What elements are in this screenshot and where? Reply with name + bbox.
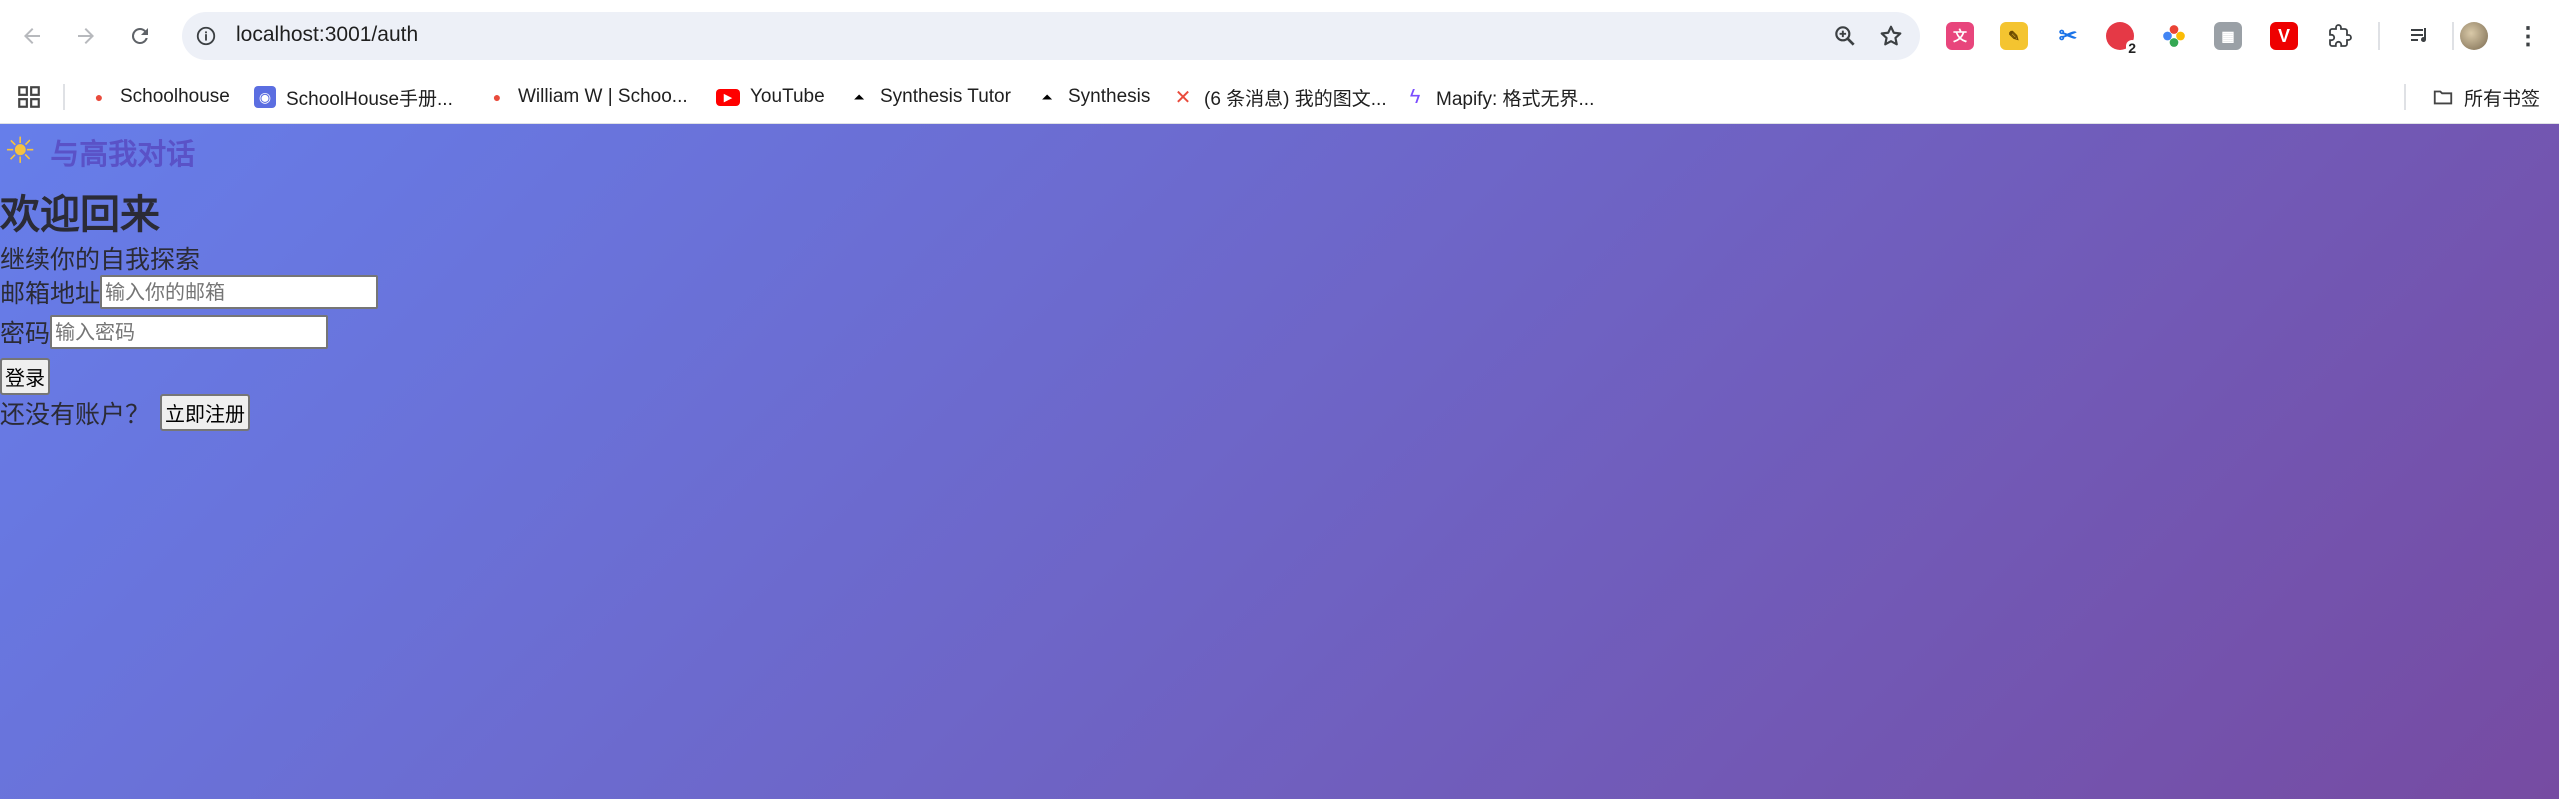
browser-chrome: localhost:3001/auth 文 ✎ ✂ 2 ▦ V ⋮ ● Scho… [0, 0, 2559, 124]
bookmark-item[interactable]: ✕ (6 条消息) 我的图文... [1172, 80, 1387, 114]
bookmark-item[interactable]: ● William W | Schoo... [486, 80, 688, 114]
schoolhouse-icon: ● [94, 89, 104, 105]
bookmark-star-icon[interactable] [1878, 23, 1904, 49]
all-bookmarks-folder[interactable]: 所有书签 [2432, 80, 2540, 114]
arrow-left-icon [24, 28, 40, 44]
bookmark-label: William W | Schoo... [518, 86, 688, 107]
back-button[interactable] [12, 16, 52, 56]
auth-page: ☀ 与高我对话 欢迎回来 继续你的自我探索 邮箱地址 密码 登录 还没有账户？ … [0, 124, 2559, 799]
toolbar-separator [2378, 22, 2380, 50]
csdn-icon: ✕ [1174, 86, 1192, 109]
bookmark-label: YouTube [750, 86, 825, 107]
yellow-extension-icon[interactable]: ✎ [2000, 22, 2028, 50]
page-subtitle: 继续你的自我探索 [0, 245, 201, 274]
media-control-icon[interactable] [2406, 22, 2434, 50]
colorful-extension-icon[interactable] [2160, 22, 2188, 50]
all-bookmarks-label: 所有书签 [2464, 88, 2541, 110]
bookmark-label: Synthesis Tutor [880, 86, 1011, 107]
synthesis-icon: ⏶ [1041, 88, 1053, 105]
register-row: 还没有账户？ 立即注册 [0, 394, 251, 431]
reload-icon [131, 27, 148, 44]
brand: ☀ 与高我对话 [4, 130, 195, 174]
profile-avatar[interactable] [2460, 22, 2488, 50]
zoom-icon[interactable] [1832, 23, 1858, 49]
bookmark-label: SchoolHouse手册... [286, 88, 453, 110]
bookmark-item[interactable]: ⏶ Synthesis [1036, 80, 1150, 114]
bookmark-label: Mapify: 格式无界... [1436, 88, 1595, 110]
browser-toolbar: localhost:3001/auth 文 ✎ ✂ 2 ▦ V ⋮ [0, 0, 2559, 72]
bookmark-item[interactable]: ◉ SchoolHouse手册... [254, 80, 453, 114]
bookmark-item[interactable]: ⏶ Synthesis Tutor [848, 80, 1011, 114]
red-extension-icon[interactable]: 2 [2106, 22, 2138, 56]
translate-extension-icon[interactable]: 文 [1946, 22, 1974, 50]
arrow-right-icon [78, 28, 94, 44]
menu-kebab-icon[interactable]: ⋮ [2514, 22, 2542, 50]
site-info-icon[interactable] [194, 24, 218, 48]
bookmark-item[interactable]: ▶ YouTube [716, 80, 825, 114]
email-field[interactable] [100, 275, 379, 309]
toolbar-separator [2452, 22, 2454, 50]
login-button[interactable]: 登录 [0, 358, 50, 395]
synthesis-icon: ⏶ [853, 88, 865, 105]
bookmarks-separator [2404, 84, 2406, 110]
address-bar[interactable]: localhost:3001/auth [182, 12, 1920, 60]
password-field[interactable] [50, 315, 329, 349]
bookmarks-separator [63, 84, 65, 110]
schoolhouse-icon: ● [492, 89, 502, 105]
brand-name: 与高我对话 [50, 137, 196, 171]
forward-button[interactable] [66, 16, 106, 56]
page-title: 欢迎回来 [0, 192, 160, 238]
bookmarks-bar: ● Schoolhouse ◉ SchoolHouse手册... ● Willi… [0, 72, 2559, 122]
bookmark-label: Schoolhouse [120, 86, 230, 107]
extension-badge: 2 [2126, 40, 2138, 56]
schoolhouse-handbook-icon: ◉ [254, 86, 276, 108]
bookmark-label: (6 条消息) 我的图文... [1204, 88, 1387, 110]
bookmark-item[interactable]: ● Schoolhouse [88, 80, 230, 114]
image-extension-icon[interactable]: ▦ [2214, 22, 2242, 50]
v-extension-icon[interactable]: V [2270, 22, 2298, 50]
folder-icon [2432, 86, 2454, 108]
email-label: 邮箱地址 [0, 279, 101, 308]
bookmark-item[interactable]: ϟ Mapify: 格式无界... [1404, 80, 1595, 114]
register-button[interactable]: 立即注册 [160, 394, 251, 431]
youtube-icon: ▶ [716, 88, 740, 106]
bookmark-label: Synthesis [1068, 86, 1151, 107]
password-label: 密码 [0, 319, 51, 348]
mapify-icon: ϟ [1409, 85, 1421, 108]
address-url[interactable]: localhost:3001/auth [236, 23, 418, 47]
sun-icon: ☀ [4, 131, 37, 172]
extensions-puzzle-icon[interactable] [2326, 22, 2354, 50]
scissors-extension-icon[interactable]: ✂ [2054, 22, 2082, 50]
no-account-text: 还没有账户？ [0, 399, 151, 429]
apps-grid-icon[interactable] [16, 84, 42, 110]
email-row: 邮箱地址 [0, 274, 379, 310]
reload-button[interactable] [120, 16, 160, 56]
password-row: 密码 [0, 314, 329, 350]
